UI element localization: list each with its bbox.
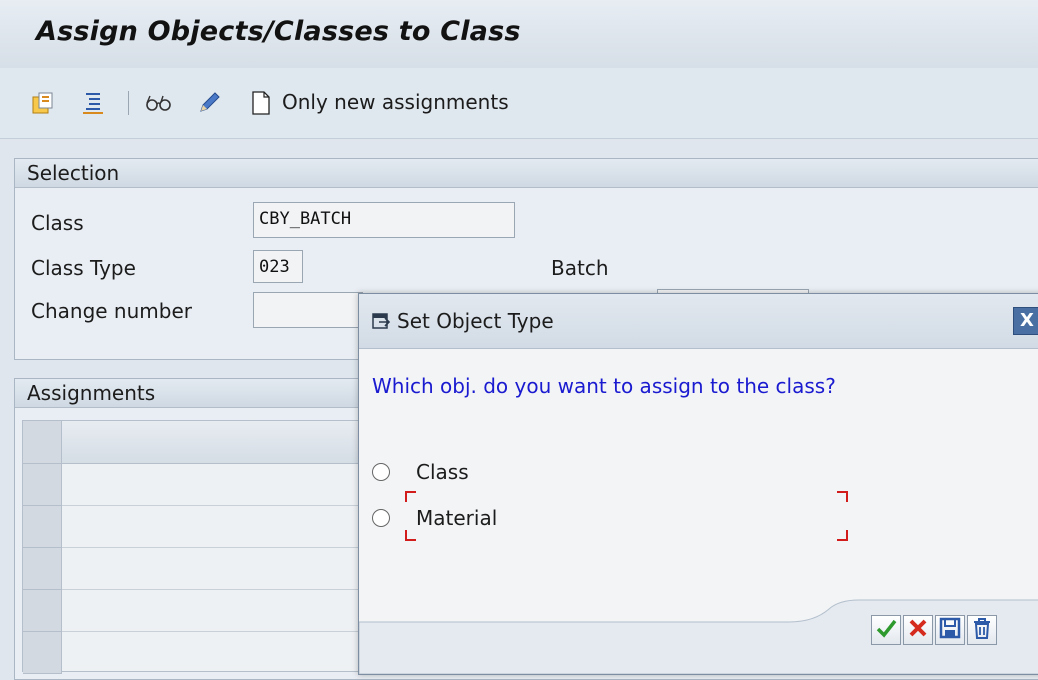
cancel-button[interactable]: [903, 615, 933, 645]
table-row-selector[interactable]: [23, 506, 62, 548]
table-row: [62, 589, 363, 590]
table-row-selector[interactable]: [23, 632, 62, 674]
selection-header: Selection: [15, 159, 1038, 188]
class-type-field[interactable]: 023: [253, 250, 303, 283]
assignments-title: Assignments: [27, 381, 156, 405]
save-icon: [939, 617, 961, 639]
only-new-assignments-button[interactable]: Only new assignments: [282, 90, 509, 114]
option-material-label[interactable]: Material: [416, 506, 497, 530]
table-row-selector[interactable]: [23, 548, 62, 590]
change-number-field[interactable]: [253, 292, 363, 328]
select-all-cell[interactable]: [23, 421, 62, 464]
insert-icon[interactable]: [30, 90, 56, 116]
focus-corner: [837, 530, 848, 541]
radio-class[interactable]: [372, 463, 390, 481]
class-type-label: Class Type: [31, 256, 136, 280]
pencil-icon[interactable]: [196, 90, 222, 116]
dialog-window-icon: [371, 311, 391, 331]
table-row: [62, 505, 363, 506]
document-icon[interactable]: [248, 90, 274, 116]
set-object-type-dialog: Set Object Type X Which obj. do you want…: [358, 293, 1038, 675]
selection-title: Selection: [27, 161, 120, 185]
delete-icon: [974, 618, 990, 639]
focus-corner: [837, 491, 848, 502]
radio-material[interactable]: [372, 509, 390, 527]
table-row: [62, 631, 363, 632]
toolbar-separator: [128, 91, 129, 115]
dialog-title: Set Object Type: [397, 309, 554, 333]
glasses-icon[interactable]: [144, 90, 171, 116]
class-label: Class: [31, 211, 84, 235]
table-row-selector[interactable]: [23, 464, 62, 506]
assignments-table: [22, 420, 364, 674]
continue-icon: [876, 619, 897, 638]
table-row: [62, 547, 363, 548]
class-type-description: Batch: [551, 256, 609, 280]
list-icon[interactable]: [80, 90, 106, 116]
title-bar: Assign Objects/Classes to Class: [0, 0, 1038, 68]
focus-corner: [405, 491, 416, 502]
continue-button[interactable]: [871, 615, 901, 645]
table-row-selector[interactable]: [23, 590, 62, 632]
option-class-label[interactable]: Class: [416, 460, 469, 484]
class-field[interactable]: CBY_BATCH: [253, 202, 515, 238]
application-toolbar: Only new assignments: [0, 68, 1038, 139]
table-header: [23, 421, 363, 464]
save-button[interactable]: [935, 615, 965, 645]
delete-button[interactable]: [967, 615, 997, 645]
page-title: Assign Objects/Classes to Class: [36, 16, 521, 47]
change-number-label: Change number: [31, 299, 192, 323]
dialog-close-button[interactable]: X: [1013, 307, 1038, 335]
dialog-question: Which obj. do you want to assign to the …: [372, 374, 836, 398]
cancel-icon: [909, 619, 927, 637]
focus-corner: [405, 530, 416, 541]
dialog-title-bar: Set Object Type X: [359, 294, 1038, 349]
